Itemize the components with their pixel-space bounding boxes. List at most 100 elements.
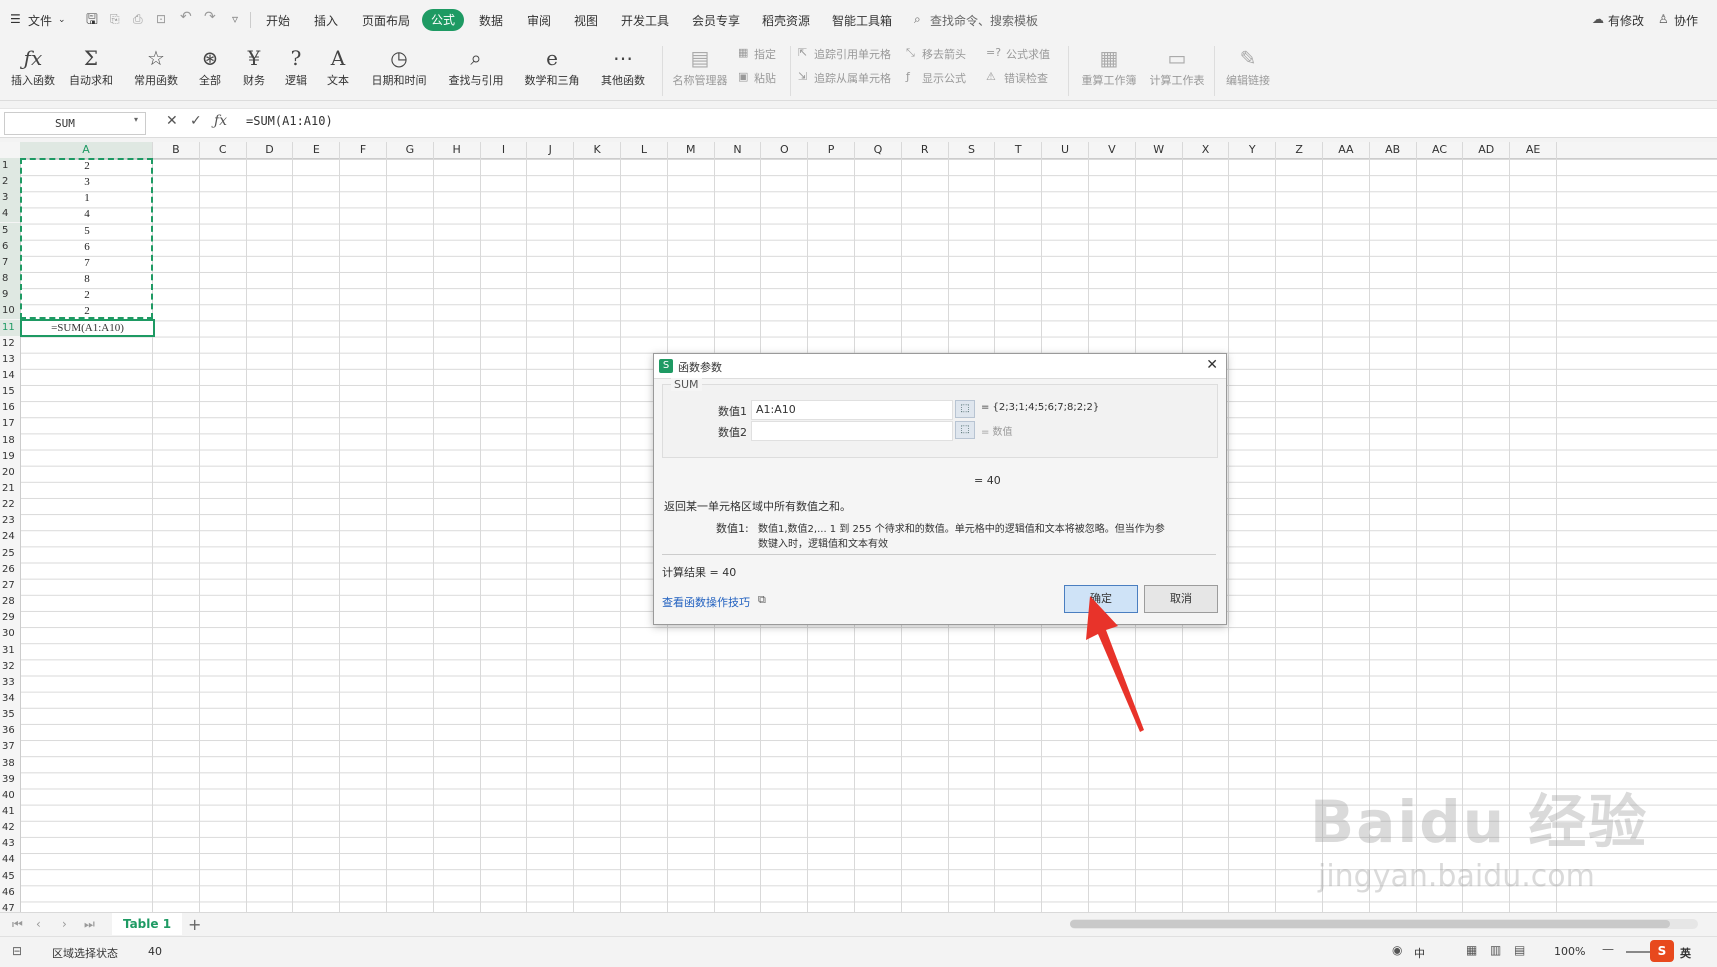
eye-protection-icon[interactable]: ◉	[1392, 943, 1402, 957]
tab-docer[interactable]: 稻壳资源	[762, 12, 810, 29]
show-formulas-button[interactable]: 显示公式	[922, 70, 966, 86]
sheet-tab-active[interactable]: Table 1	[112, 913, 182, 935]
row-header-44[interactable]: 44	[0, 852, 20, 868]
row-header-42[interactable]: 42	[0, 820, 20, 836]
column-header-ab[interactable]: AB	[1370, 142, 1417, 158]
input-language[interactable]: 中	[1414, 945, 1425, 961]
tab-view[interactable]: 视图	[574, 12, 598, 29]
zoom-out-icon[interactable]: —	[1602, 942, 1614, 956]
tab-member[interactable]: 会员专享	[692, 12, 740, 29]
column-header-d[interactable]: D	[247, 142, 294, 158]
hamburger-icon[interactable]: ☰	[10, 12, 21, 26]
financial-button[interactable]: ¥ 财务	[236, 44, 272, 88]
column-header-k[interactable]: K	[574, 142, 621, 158]
row-header-17[interactable]: 17	[0, 416, 20, 432]
paste-button[interactable]: 粘贴	[754, 70, 776, 86]
formula-input[interactable]: =SUM(A1:A10)	[246, 114, 333, 128]
column-header-n[interactable]: N	[715, 142, 762, 158]
preview-icon[interactable]: ⊡	[156, 12, 166, 26]
column-header-j[interactable]: J	[527, 142, 575, 158]
column-header-g[interactable]: G	[387, 142, 434, 158]
row-header-15[interactable]: 15	[0, 384, 20, 400]
row-header-33[interactable]: 33	[0, 675, 20, 691]
tab-review[interactable]: 审阅	[527, 12, 551, 29]
row-header-21[interactable]: 21	[0, 481, 20, 497]
column-header-m[interactable]: M	[668, 142, 715, 158]
cancel-icon[interactable]: ✕	[166, 113, 178, 129]
column-header-p[interactable]: P	[808, 142, 855, 158]
column-header-h[interactable]: H	[434, 142, 481, 158]
text-functions-button[interactable]: A 文本	[320, 44, 356, 88]
row-header-43[interactable]: 43	[0, 836, 20, 852]
video-icon[interactable]: ⧉	[758, 593, 766, 607]
first-sheet-icon[interactable]: ⏮	[12, 917, 23, 932]
last-sheet-icon[interactable]: ⏭	[84, 917, 95, 932]
error-check-button[interactable]: 错误检查	[1004, 70, 1048, 86]
row-header-37[interactable]: 37	[0, 739, 20, 755]
row-header-38[interactable]: 38	[0, 756, 20, 772]
column-header-x[interactable]: X	[1183, 142, 1230, 158]
row-header-18[interactable]: 18	[0, 433, 20, 449]
undo-icon[interactable]: ↶	[180, 9, 192, 25]
arg2-input[interactable]	[751, 421, 953, 441]
confirm-icon[interactable]: ✓	[190, 113, 202, 129]
row-header-12[interactable]: 12	[0, 336, 20, 352]
column-header-v[interactable]: V	[1089, 142, 1136, 158]
lookup-reference-button[interactable]: ⌕ 查找与引用	[442, 44, 510, 88]
row-header-1[interactable]: 1	[0, 158, 20, 174]
row-header-4[interactable]: 4	[0, 206, 20, 223]
row-header-23[interactable]: 23	[0, 513, 20, 529]
all-functions-button[interactable]: ⊛ 全部	[192, 44, 228, 88]
column-header-ad[interactable]: AD	[1463, 142, 1511, 158]
column-header-i[interactable]: I	[481, 142, 528, 158]
column-header-f[interactable]: F	[340, 142, 387, 158]
column-header-w[interactable]: W	[1136, 142, 1183, 158]
active-cell[interactable]: =SUM(A1:A10)	[20, 319, 155, 337]
row-header-29[interactable]: 29	[0, 610, 20, 626]
column-header-u[interactable]: U	[1042, 142, 1089, 158]
row-header-31[interactable]: 31	[0, 643, 20, 659]
macro-icon[interactable]: ⊟	[12, 944, 22, 958]
row-header-26[interactable]: 26	[0, 562, 20, 578]
column-header-a[interactable]: A	[20, 142, 153, 158]
row-header-20[interactable]: 20	[0, 465, 20, 481]
chevron-down-icon[interactable]: ⌄	[58, 15, 66, 25]
page-break-view-icon[interactable]: ▤	[1514, 943, 1525, 957]
common-functions-button[interactable]: ☆ 常用函数	[128, 44, 184, 88]
calc-sheet-button[interactable]: ▭ 计算工作表	[1146, 44, 1208, 88]
row-header-8[interactable]: 8	[0, 271, 20, 288]
row-header-19[interactable]: 19	[0, 449, 20, 465]
row-header-7[interactable]: 7	[0, 254, 20, 271]
arg1-input[interactable]: A1:A10	[751, 400, 953, 420]
row-header-2[interactable]: 2	[0, 174, 20, 191]
arg1-collapse-button[interactable]: ⬚	[955, 400, 975, 418]
row-header-14[interactable]: 14	[0, 368, 20, 384]
remove-arrows-button[interactable]: 移去箭头	[922, 46, 966, 62]
cancel-button[interactable]: 取消	[1144, 585, 1218, 613]
row-header-39[interactable]: 39	[0, 772, 20, 788]
tab-page-layout[interactable]: 页面布局	[362, 12, 410, 29]
ime-language[interactable]: 英	[1680, 945, 1691, 961]
row-header-11[interactable]: 11	[0, 319, 20, 336]
row-header-36[interactable]: 36	[0, 723, 20, 739]
row-header-27[interactable]: 27	[0, 578, 20, 594]
column-header-t[interactable]: T	[995, 142, 1043, 158]
eval-formula-button[interactable]: 公式求值	[1006, 46, 1050, 62]
row-header-24[interactable]: 24	[0, 529, 20, 545]
column-header-e[interactable]: E	[293, 142, 341, 158]
fx-icon[interactable]: ƒx	[214, 113, 227, 129]
tab-data[interactable]: 数据	[479, 12, 503, 29]
user-icon[interactable]: ♙	[1658, 12, 1669, 26]
row-header-46[interactable]: 46	[0, 885, 20, 901]
column-header-y[interactable]: Y	[1229, 142, 1277, 158]
column-header-q[interactable]: Q	[855, 142, 902, 158]
sogou-ime-icon[interactable]: S	[1650, 940, 1674, 962]
export-icon[interactable]: ⎘	[110, 12, 120, 27]
edit-links-button[interactable]: ✎ 编辑链接	[1220, 44, 1276, 88]
tab-home[interactable]: 开始	[266, 12, 290, 29]
close-icon[interactable]: ✕	[1206, 357, 1218, 373]
column-header-ac[interactable]: AC	[1417, 142, 1464, 158]
row-header-25[interactable]: 25	[0, 546, 20, 562]
help-link[interactable]: 查看函数操作技巧	[662, 594, 750, 610]
column-header-s[interactable]: S	[949, 142, 996, 158]
